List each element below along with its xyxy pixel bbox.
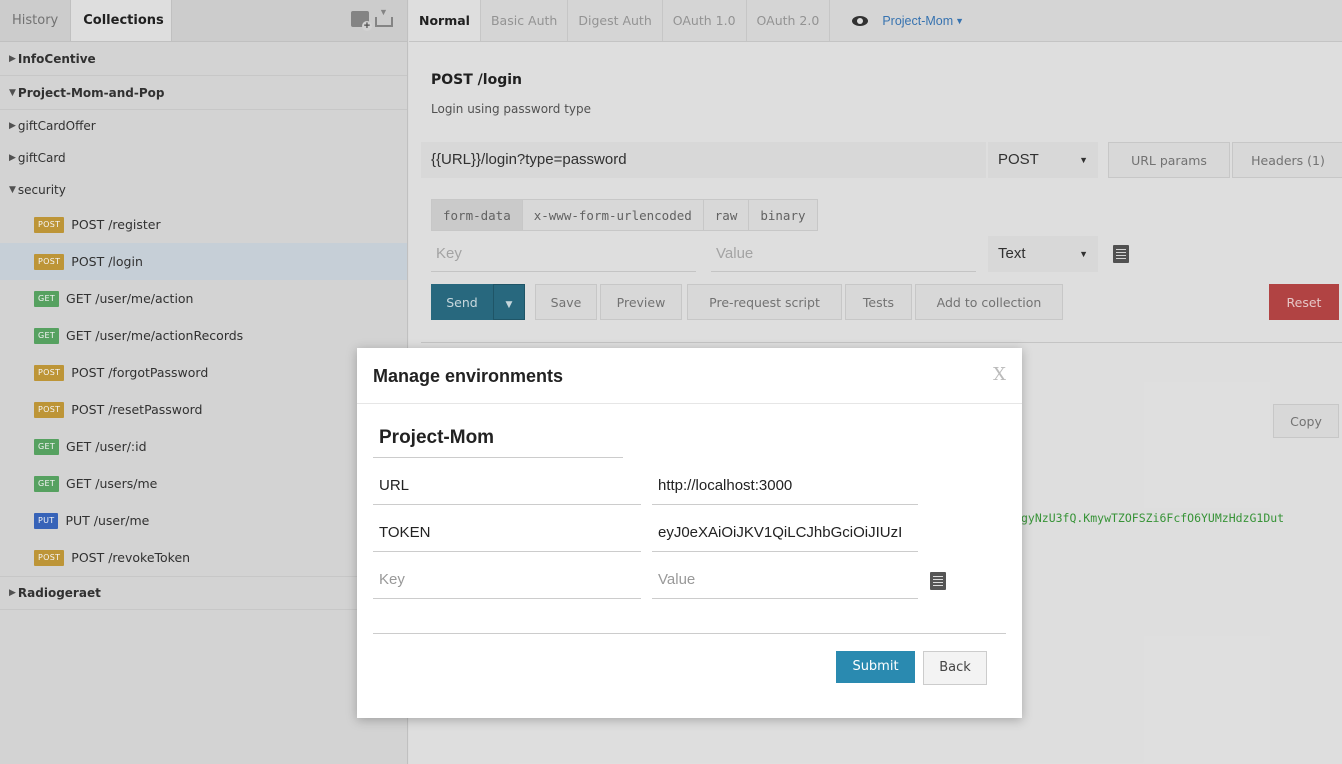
back-button[interactable]: Back — [923, 651, 987, 685]
submit-button[interactable]: Submit — [836, 651, 915, 683]
env-value-input[interactable]: eyJ0eXAiOiJKV1QiLCJhbGciOiJIUzI — [652, 514, 918, 552]
environment-name-input[interactable]: Project-Mom — [373, 418, 623, 458]
env-key-input[interactable]: URL — [373, 467, 641, 505]
env-key-input[interactable]: TOKEN — [373, 514, 641, 552]
modal-header: Manage environments X — [357, 348, 1022, 404]
close-icon[interactable]: X — [993, 364, 1006, 385]
env-value-input[interactable]: Value — [652, 561, 918, 599]
env-var-row: URL http://localhost:3000 — [373, 467, 963, 505]
bulk-edit-icon[interactable] — [930, 572, 946, 590]
modal-title: Manage environments — [373, 366, 564, 386]
env-var-row-new: Key Value — [373, 561, 963, 599]
env-var-row: TOKEN eyJ0eXAiOiJKV1QiLCJhbGciOiJIUzI — [373, 514, 963, 552]
modal-divider — [373, 633, 1006, 634]
env-value-input[interactable]: http://localhost:3000 — [652, 467, 918, 505]
env-key-input[interactable]: Key — [373, 561, 641, 599]
manage-environments-modal: Manage environments X Project-Mom URL ht… — [357, 348, 1022, 718]
